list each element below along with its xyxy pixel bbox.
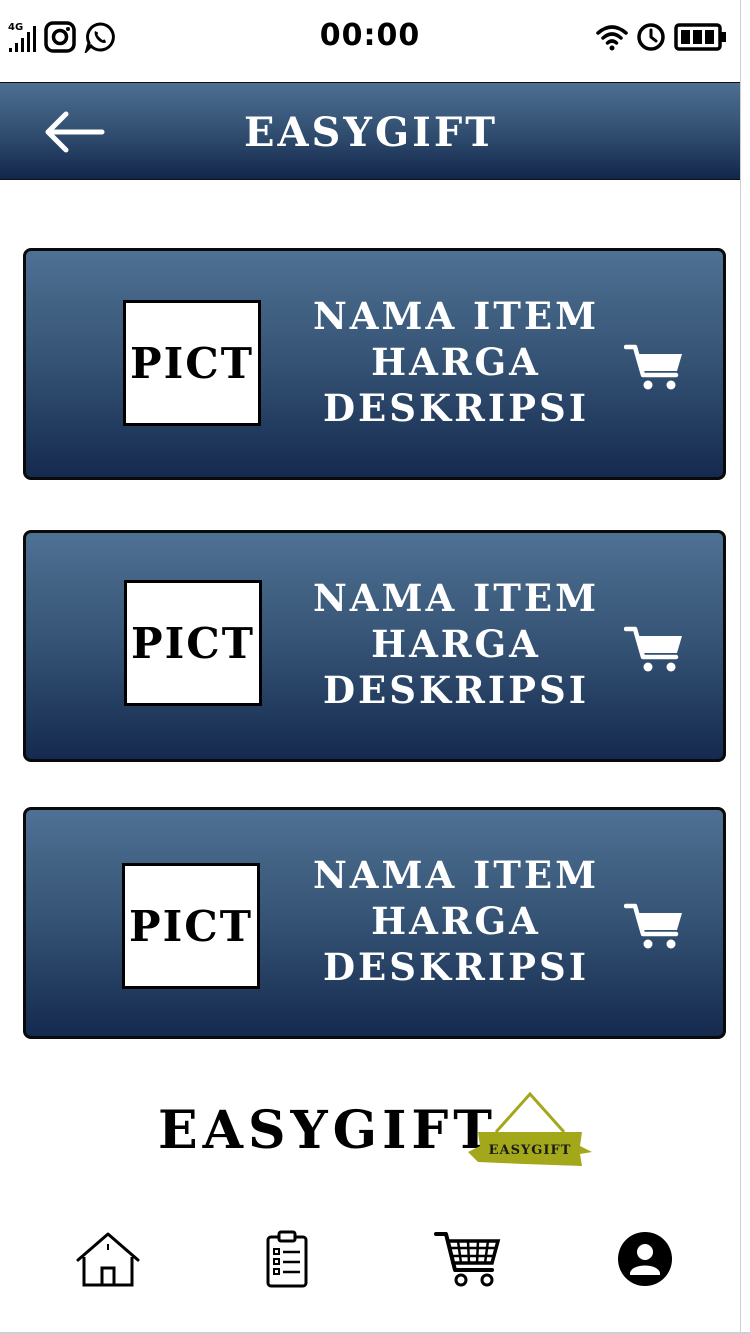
cart-icon	[623, 626, 682, 672]
bottom-navigation	[0, 1210, 750, 1320]
add-to-cart-button[interactable]	[623, 343, 686, 393]
product-picture-placeholder: PICT	[123, 300, 261, 426]
product-price: HARGA	[371, 340, 541, 384]
product-description: DESKRIPSI	[322, 945, 590, 989]
wifi-icon	[596, 23, 628, 55]
alarm-clock-icon	[636, 22, 666, 56]
cart-icon	[623, 903, 682, 949]
product-name: NAMA ITEM	[312, 576, 600, 620]
page-title: EASYGIFT	[244, 109, 498, 156]
product-name: NAMA ITEM	[312, 294, 600, 338]
product-picture-placeholder: PICT	[124, 580, 262, 706]
product-picture-placeholder: PICT	[122, 863, 260, 989]
brand-wordmark: EASYGIFT	[158, 1100, 497, 1161]
battery-icon	[674, 23, 728, 55]
add-to-cart-button[interactable]	[623, 902, 686, 952]
product-info: NAMA ITEM HARGA DESKRIPSI	[296, 575, 616, 713]
product-info: NAMA ITEM HARGA DESKRIPSI	[296, 852, 616, 990]
add-to-cart-button[interactable]	[623, 625, 686, 675]
product-price: HARGA	[371, 622, 541, 666]
user-circle-icon	[618, 1232, 672, 1286]
product-name: NAMA ITEM	[312, 853, 600, 897]
status-bar: 4G 00:00	[0, 0, 750, 82]
clipboard-list-icon	[266, 1230, 308, 1288]
screen-edge	[740, 0, 750, 1334]
home-icon	[76, 1232, 140, 1287]
nav-orders[interactable]	[251, 1228, 323, 1290]
product-card[interactable]: PICT NAMA ITEM HARGA DESKRIPSI	[23, 248, 726, 480]
app-header: EASYGIFT	[0, 82, 750, 180]
nav-profile[interactable]	[609, 1228, 681, 1290]
nav-home[interactable]	[72, 1228, 144, 1290]
shopping-cart-icon	[434, 1232, 501, 1287]
nav-cart[interactable]	[432, 1228, 504, 1290]
product-card[interactable]: PICT NAMA ITEM HARGA DESKRIPSI	[23, 807, 726, 1039]
product-description: DESKRIPSI	[322, 386, 590, 430]
cart-icon	[623, 344, 682, 390]
easygift-logo: EASYGIFT	[464, 1088, 596, 1172]
product-description: DESKRIPSI	[322, 668, 590, 712]
status-right-icons	[596, 22, 728, 56]
product-card[interactable]: PICT NAMA ITEM HARGA DESKRIPSI	[23, 530, 726, 762]
product-info: NAMA ITEM HARGA DESKRIPSI	[296, 293, 616, 431]
product-price: HARGA	[371, 899, 541, 943]
logo-text: EASYGIFT	[489, 1143, 572, 1158]
